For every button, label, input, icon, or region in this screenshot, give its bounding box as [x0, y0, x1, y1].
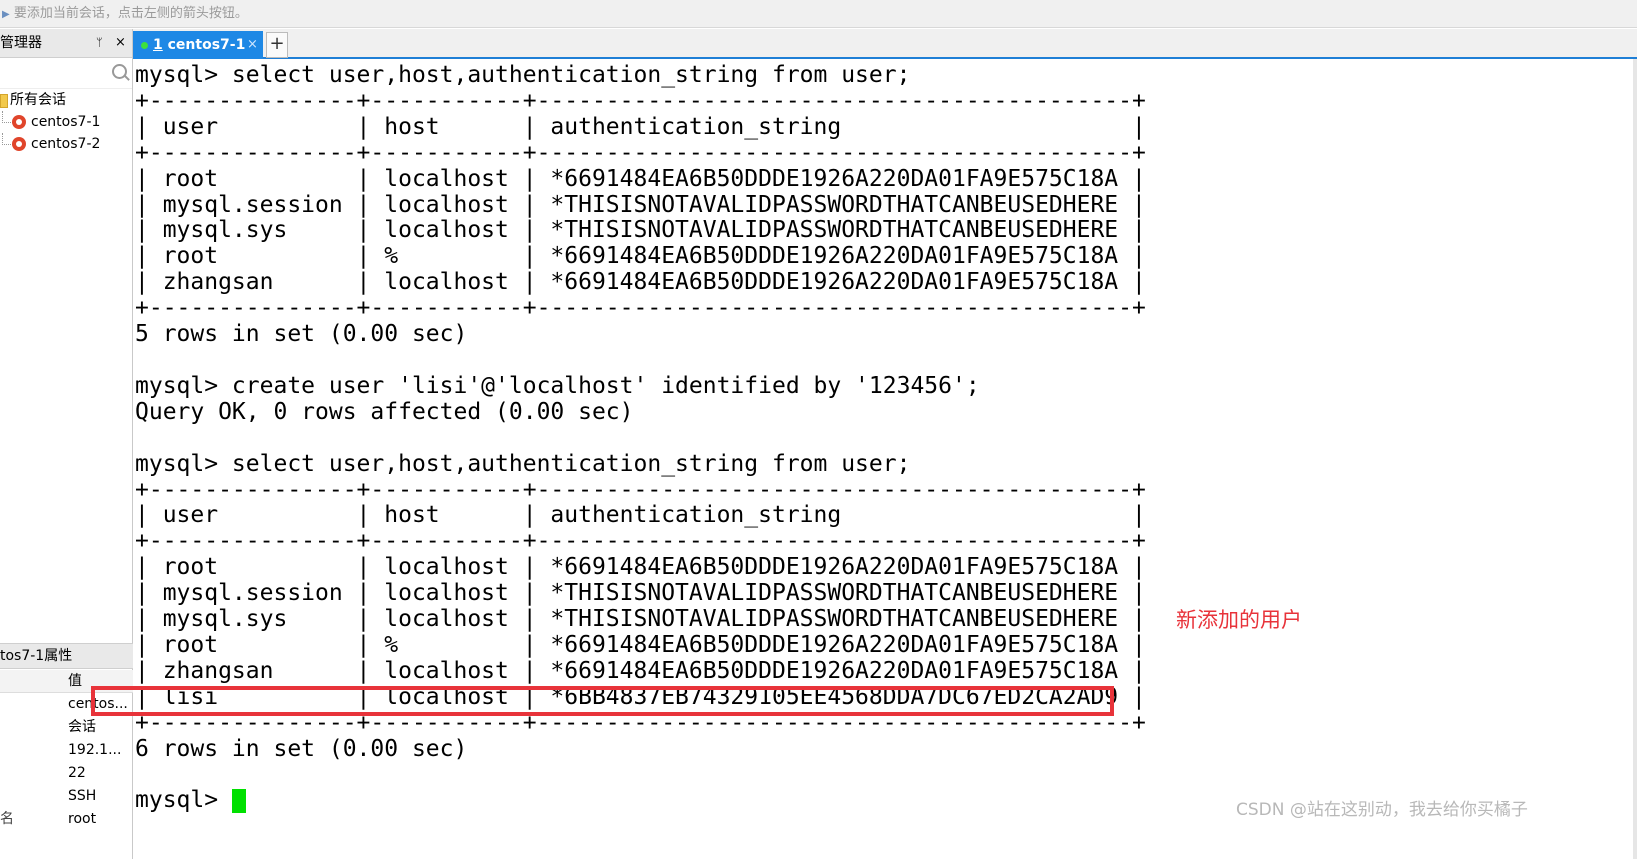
terminal-history: mysql> select user,host,authentication_s…: [135, 62, 1146, 762]
value-column-header: 值: [68, 673, 82, 689]
connection-status-icon: [141, 42, 148, 49]
session-icon: [12, 137, 26, 151]
watermark: CSDN @站在这别动，我去给你买橘子: [1236, 800, 1528, 820]
session-icon: [12, 115, 26, 129]
property-value: 22: [68, 765, 86, 781]
highlight-box: [91, 686, 1114, 716]
folder-icon: [0, 94, 8, 108]
annotation-label: 新添加的用户: [1176, 608, 1302, 632]
vertical-scrollbar[interactable]: [1633, 59, 1637, 859]
tab-number: 1: [153, 37, 163, 53]
tree-item-label: 所有会话: [10, 92, 66, 108]
session-tree: 所有会话 centos7-1 centos7-2: [0, 89, 132, 155]
arrow-icon: ▶: [2, 9, 10, 20]
property-row: SSH: [0, 785, 133, 808]
tab-bar: 1 centos7-1 × +: [133, 29, 1637, 59]
hint-text: 要添加当前会话，点击左侧的箭头按钮。: [13, 6, 248, 21]
session-manager-title: 管理器: [0, 35, 42, 51]
property-value: SSH: [68, 788, 97, 804]
property-row: 22: [0, 762, 133, 785]
session-manager-panel: 管理器 ᛘ × 所有会话 centos7-1 centos7-2 tos7-1属…: [0, 29, 133, 859]
tab-close-icon[interactable]: ×: [247, 31, 258, 59]
tree-item-session[interactable]: centos7-1: [0, 111, 132, 133]
terminal-cursor: [231, 789, 246, 814]
property-value: 会话: [68, 719, 96, 735]
tree-item-session[interactable]: centos7-2: [0, 133, 132, 155]
session-manager-header: 管理器 ᛘ ×: [0, 29, 132, 58]
property-row: 192.1...: [0, 739, 133, 762]
tree-item-label: centos7-1: [31, 114, 101, 130]
terminal-prompt: mysql>: [135, 787, 232, 814]
search-icon[interactable]: [112, 64, 127, 79]
property-key: 名: [0, 811, 14, 827]
tab-label: 1 centos7-1: [153, 31, 245, 59]
property-value: 192.1...: [68, 742, 122, 758]
close-icon[interactable]: ×: [115, 29, 126, 57]
hint-bar: ▶ 要添加当前会话，点击左侧的箭头按钮。: [0, 0, 1637, 28]
property-row: 会话: [0, 716, 133, 739]
tab-centos7-1[interactable]: 1 centos7-1 ×: [133, 31, 263, 59]
tab-title: centos7-1: [167, 37, 246, 53]
property-value: root: [68, 811, 97, 827]
property-row: 名 root: [0, 808, 133, 831]
new-tab-button[interactable]: +: [266, 32, 288, 58]
properties-title: tos7-1属性: [0, 643, 133, 669]
session-search[interactable]: [0, 58, 132, 89]
terminal[interactable]: mysql> select user,host,authentication_s…: [133, 59, 1633, 859]
pin-icon[interactable]: ᛘ: [96, 29, 103, 57]
tree-item-label: centos7-2: [31, 136, 101, 152]
tree-item-all-sessions[interactable]: 所有会话: [0, 89, 132, 111]
